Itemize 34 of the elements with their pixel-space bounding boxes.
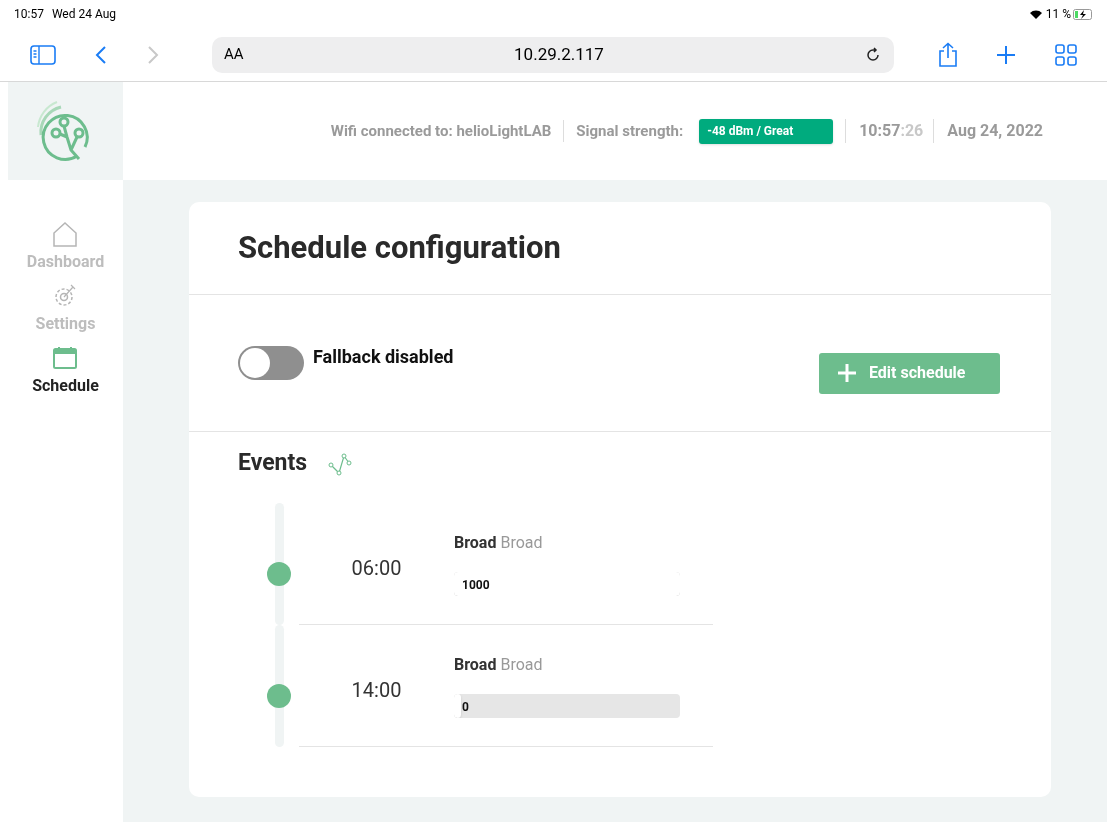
house-icon	[51, 220, 80, 248]
battery-percent: 11 %	[1045, 6, 1071, 23]
wifi-status: Wifi connected to: helioLightLAB	[330, 119, 565, 143]
fallback-label: Fallback disabled	[313, 344, 454, 369]
tabs-icon[interactable]	[1055, 43, 1077, 66]
chart-line-icon	[327, 450, 354, 477]
calendar-icon	[51, 344, 80, 372]
page-title: Schedule configuration	[238, 227, 561, 268]
text-size-button[interactable]: AA	[224, 43, 254, 66]
status-time: 10:57	[14, 6, 44, 23]
event-time: 14:00	[351, 677, 402, 704]
event-title: Broad Broad	[454, 653, 544, 676]
plus-icon[interactable]	[995, 43, 1017, 66]
signal-badge: -48 dBm / Great	[699, 118, 834, 144]
share-icon[interactable]	[937, 41, 959, 68]
reload-icon[interactable]	[864, 45, 882, 64]
address-bar[interactable]: AA 10.29.2.117	[212, 36, 894, 73]
date: Aug 24, 2022	[946, 120, 1043, 142]
status-date: Wed 24 Aug	[51, 6, 117, 23]
plus-icon	[837, 363, 857, 383]
clock: 10:57:26	[845, 119, 935, 143]
nav-item[interactable]: Schedule	[32, 344, 99, 398]
event-title: Broad Broad	[454, 531, 544, 554]
battery-icon	[1073, 8, 1093, 20]
fallback-toggle[interactable]	[238, 346, 304, 380]
events-title: Events	[238, 448, 308, 478]
url-text: 10.29.2.117	[513, 42, 605, 66]
wifi-icon	[1028, 8, 1043, 20]
event-time: 06:00	[351, 555, 402, 582]
level-value: 1000	[462, 576, 490, 594]
signal-label: Signal strength:	[575, 120, 684, 142]
level-value: 0	[462, 698, 469, 716]
back-icon[interactable]	[94, 44, 108, 65]
sidebar-toggle-icon[interactable]	[30, 44, 56, 65]
